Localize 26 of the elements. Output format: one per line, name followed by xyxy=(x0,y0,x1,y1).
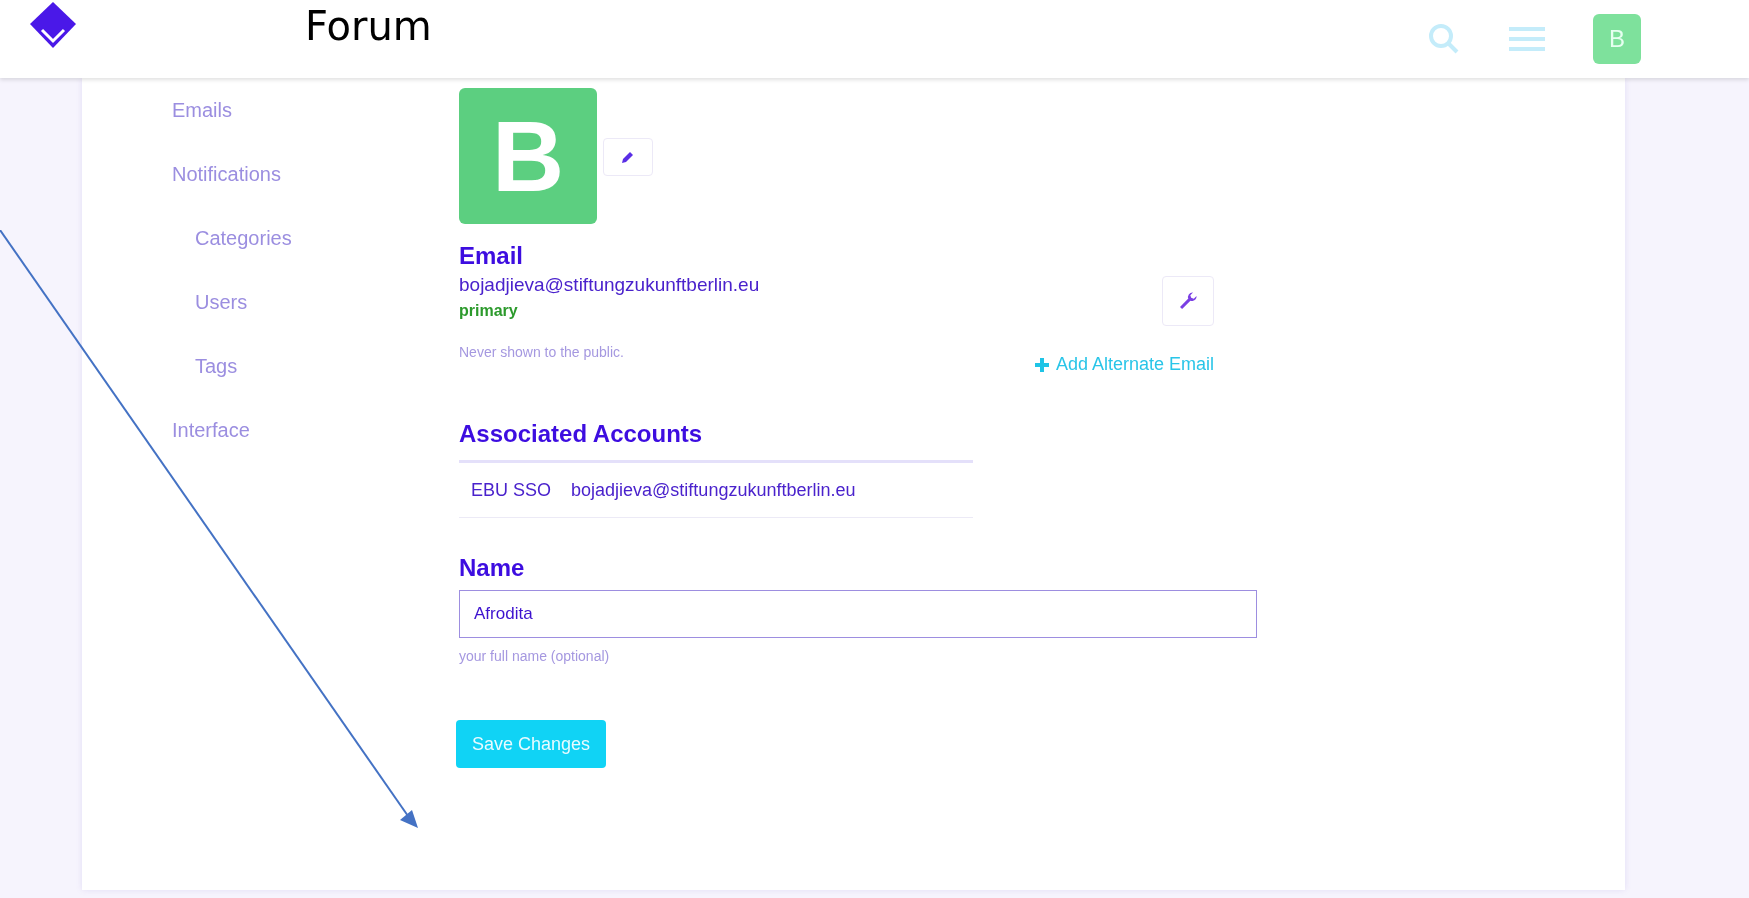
edit-avatar-button[interactable] xyxy=(603,138,653,176)
sidebar-item[interactable]: Categories xyxy=(195,206,292,270)
user-avatar[interactable]: B xyxy=(1593,14,1641,64)
table-cell: EBU SSO xyxy=(471,479,552,501)
name-input-field[interactable]: Afrodita xyxy=(459,590,1257,638)
sidebar-item[interactable]: Interface xyxy=(172,398,250,462)
section-heading: Associated Accounts xyxy=(459,420,703,448)
add-email-link[interactable]: Add Alternate Email xyxy=(1033,354,1214,375)
email-settings-button[interactable] xyxy=(1162,276,1214,326)
wrench-icon xyxy=(1178,291,1198,311)
sidebar-item[interactable]: Emails xyxy=(172,78,232,142)
annotation-label: Forum xyxy=(305,2,432,50)
email-hint: Never shown to the public. xyxy=(459,344,625,360)
sidebar-item[interactable]: Notifications xyxy=(172,142,281,206)
save-button[interactable]: Save Changes xyxy=(456,720,607,768)
plus-icon xyxy=(1033,356,1050,373)
name-hint: your full name (optional) xyxy=(459,648,610,664)
primary-label: primary xyxy=(459,302,519,320)
section-heading: Email xyxy=(459,242,524,270)
table-cell: bojadjieva@stiftungzukunftberlin.eu xyxy=(571,479,856,501)
email-address: bojadjieva@stiftungzukunftberlin.eu xyxy=(459,274,760,296)
sidebar-item[interactable]: Tags xyxy=(195,334,238,398)
profile-avatar: B xyxy=(459,88,597,224)
section-heading: Name xyxy=(459,554,525,582)
pencil-icon xyxy=(620,149,636,165)
sidebar-item[interactable]: Users xyxy=(195,270,248,334)
